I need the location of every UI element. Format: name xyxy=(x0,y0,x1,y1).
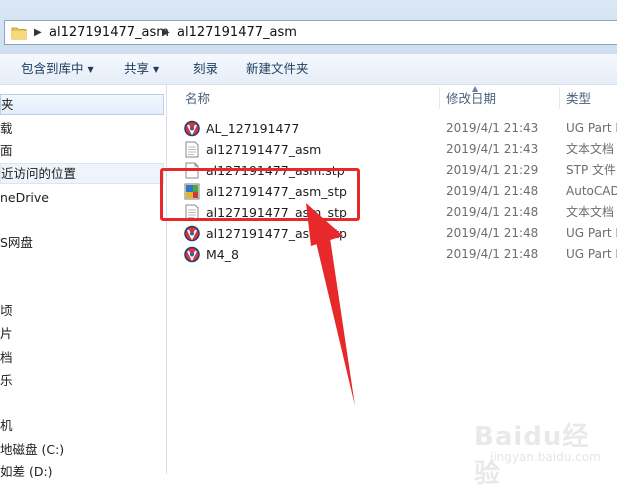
annotation-arrow-icon xyxy=(306,203,355,406)
watermark-subtext: jingyan.baidu.com xyxy=(490,450,601,464)
baidu-watermark: Baidu经验 jingyan.baidu.com xyxy=(470,410,610,489)
